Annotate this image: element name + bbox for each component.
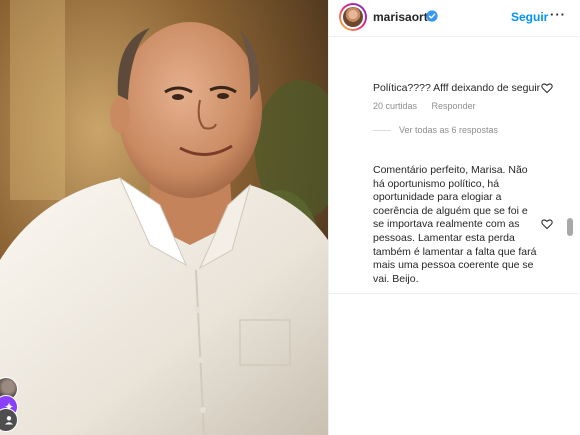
divider bbox=[329, 293, 579, 294]
more-options-icon[interactable]: ··· bbox=[550, 8, 566, 22]
follow-button[interactable]: Seguir bbox=[511, 10, 548, 24]
comment-2-line: também é lamentar a falta que fará bbox=[373, 245, 537, 258]
portrait-image bbox=[0, 0, 328, 435]
heart-icon[interactable] bbox=[541, 218, 553, 230]
comment-1-text: Política???? Afff deixando de seguir bbox=[373, 82, 541, 94]
verified-icon bbox=[426, 10, 438, 22]
comment-2-line: há oportunismo político, há bbox=[373, 177, 500, 190]
reply-button[interactable]: Responder bbox=[432, 101, 476, 111]
heart-icon[interactable] bbox=[541, 82, 553, 94]
view-replies-label: Ver todas as 6 respostas bbox=[399, 125, 499, 135]
profile-avatar[interactable] bbox=[339, 3, 367, 31]
comment-2-line: vai. Beijo. bbox=[373, 272, 419, 285]
post-photo: ✦ bbox=[0, 0, 328, 435]
comment-2-line: Comentário perfeito, Marisa. Não bbox=[373, 164, 528, 176]
comment-2-line: coerência de alguém que se foi e bbox=[373, 204, 528, 217]
comment-2-text: Comentário perfeito, Marisa. Não há opor… bbox=[373, 164, 539, 286]
replies-line bbox=[373, 130, 391, 132]
comment-1-meta: 20 curtidas Responder bbox=[373, 101, 488, 111]
comment-2-line: oportunidade para elogiar a bbox=[373, 191, 502, 204]
post-header: marisaorth Seguir ··· bbox=[329, 0, 579, 37]
comment-2-line: se importava realmente com as bbox=[373, 218, 520, 231]
view-replies-button[interactable]: Ver todas as 6 respostas bbox=[373, 125, 498, 135]
like-count[interactable]: 20 curtidas bbox=[373, 101, 417, 111]
comment-2-line: pessoas. Lamentar esta perda bbox=[373, 231, 515, 244]
comment-2-line: mais uma pessoa coerente que se bbox=[373, 259, 534, 272]
comments-scrollbar[interactable] bbox=[567, 218, 573, 236]
comments-panel: marisaorth Seguir ··· Política???? Afff … bbox=[328, 0, 579, 435]
user-icon bbox=[5, 416, 13, 425]
